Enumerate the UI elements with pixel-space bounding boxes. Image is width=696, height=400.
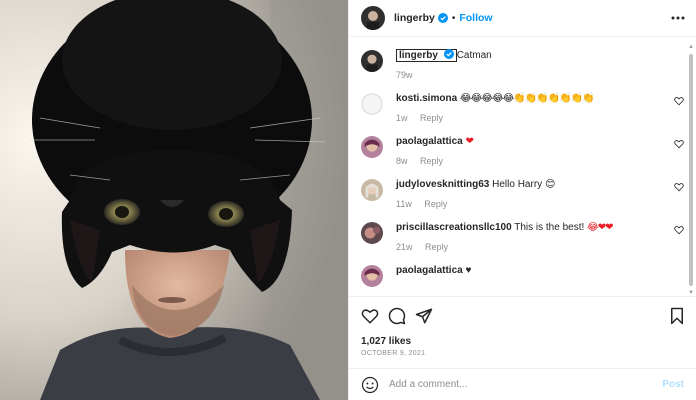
add-comment-bar: Post — [349, 368, 696, 400]
comment-item: priscillascreationsllc100 This is the be… — [361, 209, 684, 252]
comment-like-heart-icon[interactable] — [674, 225, 684, 235]
post-date: OCTOBER 9, 2021 — [361, 350, 426, 357]
author-avatar-small[interactable] — [361, 50, 383, 72]
comment-like-heart-icon[interactable] — [674, 139, 684, 149]
comment-item: paolagalattica ❤ 8w Reply — [361, 123, 684, 166]
comment-item: paolagalattica ♥ — [361, 252, 684, 287]
comment-text: Hello Harry — [492, 179, 545, 190]
comment-meta: 21w Reply — [396, 242, 684, 252]
verified-badge-icon — [437, 13, 448, 23]
comment-bubble-icon[interactable] — [388, 307, 406, 325]
comment-meta: 11w Reply — [396, 199, 684, 209]
reply-button[interactable]: Reply — [420, 156, 443, 166]
comment-body: paolagalattica ♥ — [396, 264, 684, 287]
comment-text-line: paolagalattica ♥ — [396, 264, 684, 278]
author-username[interactable]: lingerby — [394, 12, 435, 24]
comment-username[interactable]: paolagalattica — [396, 136, 463, 147]
comment-username[interactable]: judylovesknitting63 — [396, 179, 489, 190]
action-bar — [349, 296, 696, 334]
comment-username[interactable]: priscillascreationsllc100 — [396, 222, 512, 233]
comment-body: priscillascreationsllc100 This is the be… — [396, 221, 684, 252]
comment-body: kosti.simona 😂😂😂😂😂👏👏👏👏👏👏👏 1w Reply — [396, 92, 684, 123]
comment-emoji: ❤ — [465, 136, 473, 147]
comment-avatar[interactable] — [361, 93, 383, 115]
caption-username[interactable]: lingerby — [396, 49, 457, 62]
comment-age: 21w — [396, 242, 413, 252]
comment-meta: 1w Reply — [396, 113, 684, 123]
comment-avatar[interactable] — [361, 136, 383, 158]
comment-age: 11w — [396, 199, 412, 209]
caption-meta: 79w — [396, 70, 684, 80]
verified-badge-icon — [443, 49, 454, 59]
comment-username[interactable]: kosti.simona — [396, 93, 457, 104]
comment-meta: 8w Reply — [396, 156, 684, 166]
comment-text-line: kosti.simona 😂😂😂😂😂👏👏👏👏👏👏👏 — [396, 92, 684, 106]
post-photo[interactable] — [0, 0, 348, 400]
post-side-panel: lingerby • Follow lingerby Catman 79w ko… — [348, 0, 696, 400]
comment-emoji: 😂😂😂😂😂👏👏👏👏👏👏👏 — [459, 93, 595, 104]
caption-text: Catman — [456, 50, 492, 61]
comment-item: judylovesknitting63 Hello Harry 😊 11w Re… — [361, 166, 684, 209]
comment-text-line: priscillascreationsllc100 This is the be… — [396, 221, 684, 235]
comment-age: 1w — [396, 113, 408, 123]
comment-like-heart-icon[interactable] — [674, 96, 684, 106]
author-avatar[interactable] — [361, 6, 385, 30]
caption-text-line: lingerby Catman — [396, 49, 684, 63]
comment-emoji: ♥ — [465, 265, 471, 276]
comment-body: paolagalattica ❤ 8w Reply — [396, 135, 684, 166]
caption-body: lingerby Catman 79w — [396, 49, 684, 80]
comments-scrollbar[interactable]: ▲ ▼ — [688, 44, 694, 296]
more-options-icon[interactable] — [670, 10, 686, 26]
comment-text-line: judylovesknitting63 Hello Harry 😊 — [396, 178, 684, 192]
instagram-post: lingerby • Follow lingerby Catman 79w ko… — [0, 0, 696, 400]
likes-count[interactable]: 1,027 likes — [361, 336, 411, 347]
comment-avatar[interactable] — [361, 265, 383, 287]
comment-age: 8w — [396, 156, 408, 166]
comment-emoji: 😂❤❤ — [587, 222, 613, 233]
caption-age: 79w — [396, 70, 413, 80]
heart-icon[interactable] — [361, 307, 379, 325]
comment-text-line: paolagalattica ❤ — [396, 135, 684, 149]
caption-username-text[interactable]: lingerby — [399, 50, 438, 61]
comment-emoji: 😊 — [544, 179, 555, 190]
reply-button[interactable]: Reply — [424, 199, 447, 209]
comment-like-heart-icon[interactable] — [674, 182, 684, 192]
comment-item: kosti.simona 😂😂😂😂😂👏👏👏👏👏👏👏 1w Reply — [361, 80, 684, 123]
comments-list[interactable]: lingerby Catman 79w kosti.simona 😂😂😂😂😂👏👏… — [349, 38, 696, 295]
post-comment-button[interactable]: Post — [662, 379, 684, 390]
bookmark-icon[interactable] — [668, 307, 686, 325]
comment-avatar[interactable] — [361, 222, 383, 244]
scrollbar-thumb[interactable] — [689, 54, 693, 286]
caption: lingerby Catman 79w — [361, 38, 684, 80]
separator-dot: • — [451, 12, 456, 24]
post-header: lingerby • Follow — [349, 0, 696, 37]
add-comment-input[interactable] — [389, 379, 663, 390]
catman-photo — [0, 0, 348, 400]
reply-button[interactable]: Reply — [420, 113, 443, 123]
smiley-icon[interactable] — [361, 376, 379, 394]
follow-button[interactable]: Follow — [459, 12, 492, 24]
scroll-up-arrow-icon[interactable]: ▲ — [688, 44, 694, 50]
comment-text: This is the best! — [514, 222, 588, 233]
comment-body: judylovesknitting63 Hello Harry 😊 11w Re… — [396, 178, 684, 209]
reply-button[interactable]: Reply — [425, 242, 448, 252]
comment-avatar[interactable] — [361, 179, 383, 201]
comment-username[interactable]: paolagalattica — [396, 265, 463, 276]
paper-plane-icon[interactable] — [415, 307, 433, 325]
